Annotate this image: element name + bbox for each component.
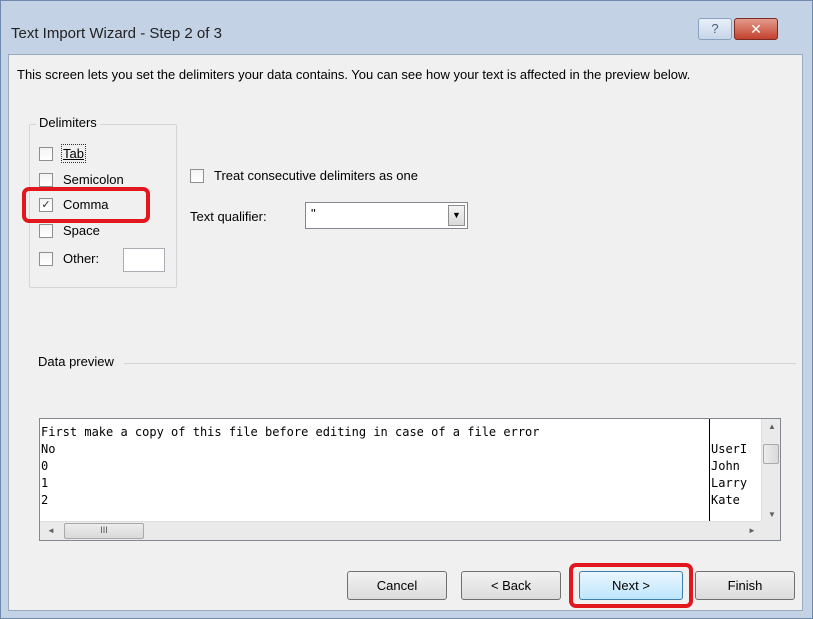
back-button[interactable]: < Back xyxy=(461,571,561,600)
preview-cell: John xyxy=(711,459,740,473)
preview-line: 2 xyxy=(41,493,49,507)
cancel-button[interactable]: Cancel xyxy=(347,571,447,600)
title-bar[interactable]: Text Import Wizard - Step 2 of 3 ? ✕ xyxy=(1,1,812,46)
chevron-down-icon[interactable]: ▼ xyxy=(448,205,465,226)
checkbox-box[interactable] xyxy=(190,169,204,183)
data-preview-title: Data preview xyxy=(35,354,117,369)
description-text: This screen lets you set the delimiters … xyxy=(17,67,691,82)
vertical-scrollbar[interactable]: ▲ ▼ xyxy=(761,419,780,522)
vertical-scroll-thumb[interactable] xyxy=(763,444,779,464)
text-qualifier-label: Text qualifier: xyxy=(190,209,267,224)
consecutive-label: Treat consecutive delimiters as one xyxy=(214,168,419,183)
scroll-corner xyxy=(761,521,780,540)
tab-checkbox[interactable]: Tab xyxy=(39,144,129,163)
finish-button[interactable]: Finish xyxy=(695,571,795,600)
checkbox-box[interactable] xyxy=(39,147,53,161)
preview-line: First make a copy of this file before ed… xyxy=(41,425,540,439)
other-delimiter-input[interactable] xyxy=(123,248,165,272)
delimiters-group-title: Delimiters xyxy=(36,115,100,130)
text-qualifier-select[interactable]: " ▼ xyxy=(305,202,468,229)
checkbox-box[interactable] xyxy=(39,224,53,238)
other-checkbox[interactable]: Other: xyxy=(39,251,119,267)
preview-column-2: UserI John Larry Kate xyxy=(711,419,762,522)
horizontal-scroll-thumb[interactable]: III xyxy=(64,523,144,539)
checkbox-box[interactable] xyxy=(39,252,53,266)
tab-label: Tab xyxy=(61,144,86,163)
preview-cell: Kate xyxy=(711,493,740,507)
column-separator xyxy=(709,419,710,522)
help-button[interactable]: ? xyxy=(698,18,732,40)
consecutive-delimiters-checkbox[interactable]: Treat consecutive delimiters as one xyxy=(190,168,480,184)
space-checkbox[interactable]: Space xyxy=(39,223,129,239)
horizontal-scrollbar[interactable]: ◄ III ► xyxy=(40,521,762,540)
data-preview-box[interactable]: First make a copy of this file before ed… xyxy=(39,418,781,541)
preview-line: No xyxy=(41,442,56,456)
preview-cell xyxy=(711,424,762,441)
window-title: Text Import Wizard - Step 2 of 3 xyxy=(11,25,222,42)
close-button[interactable]: ✕ xyxy=(734,18,778,40)
other-label: Other: xyxy=(63,251,100,266)
preview-column-1: First make a copy of this file before ed… xyxy=(40,419,710,522)
next-highlight xyxy=(569,563,693,608)
preview-cell: Larry xyxy=(711,476,748,490)
semicolon-label: Semicolon xyxy=(63,172,124,187)
space-label: Space xyxy=(63,223,100,238)
checkbox-box[interactable] xyxy=(39,173,53,187)
scroll-left-icon[interactable]: ◄ xyxy=(47,526,55,535)
tab-label-text: Tab xyxy=(61,144,86,163)
preview-cell: UserI xyxy=(711,442,748,456)
scroll-up-icon[interactable]: ▲ xyxy=(768,422,776,431)
preview-divider xyxy=(124,363,796,364)
scroll-right-icon[interactable]: ► xyxy=(748,526,756,535)
preview-line: 1 xyxy=(41,476,49,490)
semicolon-checkbox[interactable]: Semicolon xyxy=(39,172,149,188)
text-qualifier-value: " xyxy=(311,206,316,221)
preview-line: 0 xyxy=(41,459,49,473)
comma-highlight xyxy=(22,187,150,223)
scroll-down-icon[interactable]: ▼ xyxy=(768,510,776,519)
